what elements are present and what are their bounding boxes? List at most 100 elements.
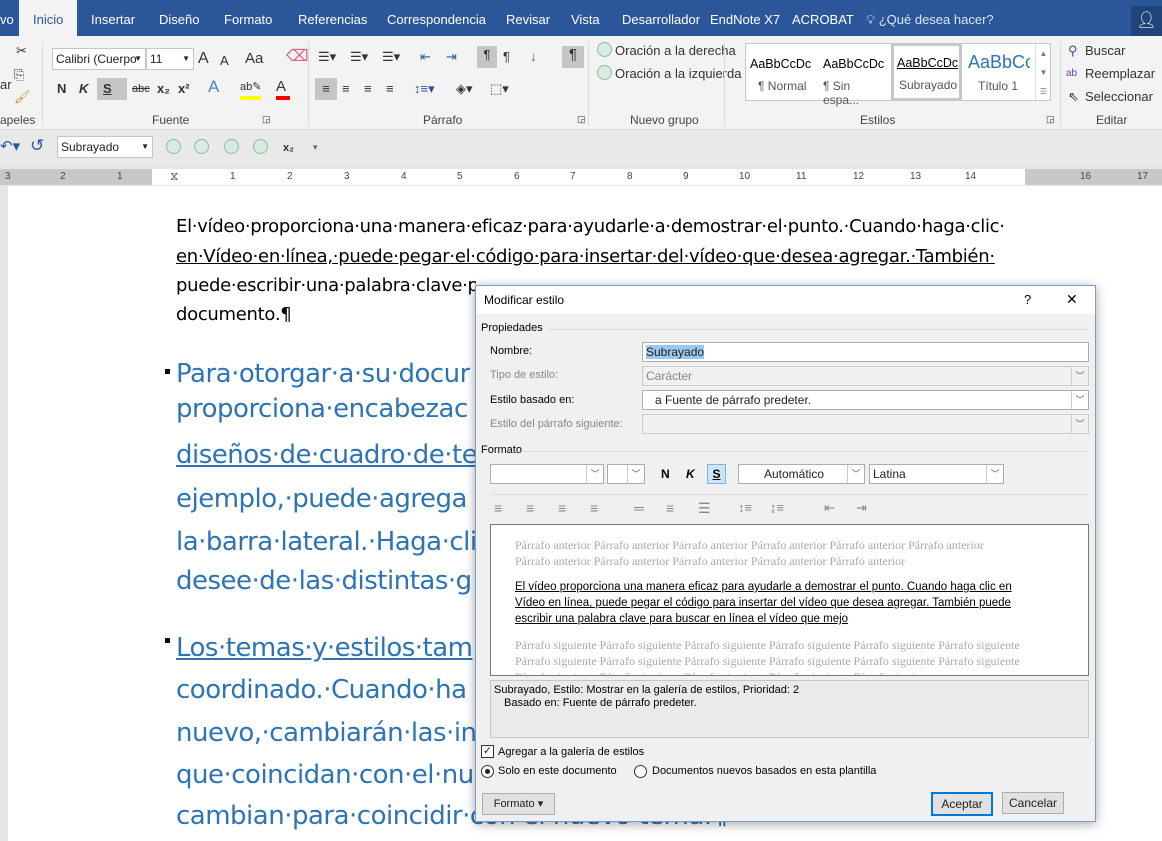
tab-desarrollador[interactable]: Desarrollador (622, 0, 700, 36)
shrink-font-button[interactable]: A (220, 52, 229, 70)
tab-formato[interactable]: Formato (224, 0, 272, 36)
script-select[interactable]: Latina ﹀ (869, 464, 1004, 484)
align-center-icon[interactable]: ≡ (526, 500, 534, 516)
decrease-indent-icon[interactable]: ⇤ (824, 500, 835, 516)
align-left-icon[interactable]: ≡ (494, 500, 502, 516)
italic-button[interactable]: K (79, 80, 88, 98)
undo-icon[interactable]: ↶▾ (0, 138, 20, 156)
style-normal[interactable]: AaBbCcDc ¶ Normal (750, 48, 814, 98)
tab-insertar[interactable]: Insertar (91, 0, 135, 36)
tab-referencias[interactable]: Referencias (298, 0, 367, 36)
decrease-spacing-icon[interactable]: ↨≡ (770, 500, 784, 515)
align-right-icon[interactable]: ≡ (364, 80, 372, 98)
tell-me-search[interactable]: 💡︎ ¿Qué desea hacer? (866, 0, 994, 36)
tab-acrobat[interactable]: ACROBAT (792, 0, 854, 36)
format-painter-icon[interactable]: 🖌︎ (14, 88, 31, 106)
multilevel-list-icon[interactable]: ☰▾ (382, 48, 400, 66)
justify-icon[interactable]: ≡ (386, 80, 394, 98)
subscript-qat-button[interactable]: x₂ (283, 139, 294, 157)
show-marks-icon[interactable]: ¶ (562, 46, 584, 68)
single-spacing-icon[interactable]: ═ (634, 500, 644, 516)
font-color-select[interactable]: Automático ﹀ (738, 464, 865, 484)
font-size-select[interactable]: ﹀ (607, 464, 645, 484)
style-titulo-1[interactable]: AaBbCc Título 1 (968, 48, 1030, 98)
font-dialog-launcher-icon[interactable]: ◲ (262, 110, 271, 128)
bullets-icon[interactable]: ☰▾ (318, 48, 336, 66)
increase-indent-icon[interactable]: ⇥ (856, 500, 867, 516)
align-right-icon[interactable]: ≡ (558, 500, 566, 516)
share-user-icon[interactable]: 👤︎ (1131, 6, 1162, 36)
tab-revisar[interactable]: Revisar (506, 0, 550, 36)
numbering-icon[interactable]: ☰▾ (350, 48, 368, 66)
font-name-select[interactable]: ﹀ (490, 464, 604, 484)
font-name-select[interactable]: Calibri (Cuerpo ▼ (52, 48, 146, 70)
onehalf-spacing-icon[interactable]: ≡ (666, 500, 674, 516)
underline-button[interactable]: S (707, 464, 726, 484)
ok-button[interactable]: Aceptar (931, 792, 993, 816)
underline-button[interactable]: S (97, 78, 127, 100)
clear-format-icon[interactable]: ⌫ (286, 48, 309, 66)
indent-marker-icon[interactable]: ⧖ (170, 169, 178, 184)
style-select[interactable]: Subrayado ▼ (57, 136, 153, 158)
paragraph-dialog-launcher-icon[interactable]: ◲ (577, 110, 586, 128)
oracion-izquierda-button[interactable]: Oración a la izquierda (615, 65, 741, 83)
decrease-indent-icon[interactable]: ⇤ (420, 48, 431, 66)
oracion-derecha-button[interactable]: Oración a la derecha (615, 42, 736, 60)
paste-label[interactable]: ar (0, 76, 12, 94)
seleccionar-button[interactable]: Seleccionar (1085, 88, 1153, 106)
change-case-button[interactable]: Aa (245, 50, 263, 68)
align-left-icon[interactable]: ≡ (315, 78, 337, 100)
tab-inicio[interactable]: Inicio (19, 0, 78, 36)
copy-icon[interactable]: ⎘ (14, 66, 24, 84)
increase-indent-icon[interactable]: ⇥ (446, 48, 457, 66)
cut-icon[interactable]: ✂ (16, 42, 27, 60)
tab-endnote[interactable]: EndNote X7 (710, 0, 780, 36)
tab-diseno[interactable]: Diseño (159, 0, 199, 36)
circle-icon[interactable] (166, 139, 181, 154)
strikethrough-button[interactable]: abc (132, 80, 150, 98)
styles-dialog-launcher-icon[interactable]: ◲ (1046, 110, 1055, 128)
help-button[interactable]: ? (1024, 292, 1031, 307)
align-center-icon[interactable]: ≡ (342, 80, 350, 98)
highlight-color-icon[interactable]: ab✎ (240, 78, 262, 100)
sort-icon[interactable]: ↓ (530, 48, 537, 66)
ltr-icon[interactable]: ¶ (477, 46, 497, 68)
circle-icon[interactable] (194, 139, 209, 154)
font-color-icon[interactable]: A (276, 78, 290, 100)
rtl-icon[interactable]: ¶ (503, 48, 510, 66)
tab-vista[interactable]: Vista (571, 0, 600, 36)
buscar-button[interactable]: Buscar (1085, 42, 1125, 60)
name-input[interactable]: Subrayado (642, 342, 1089, 362)
add-gallery-checkbox[interactable]: ✓ (481, 745, 494, 758)
style-subrayado[interactable]: AaBbCcDc Subrayado (891, 43, 962, 101)
increase-spacing-icon[interactable]: ↕≡ (738, 500, 752, 515)
new-docs-radio[interactable] (634, 765, 647, 778)
line-spacing-icon[interactable]: ↕≡▾ (414, 80, 435, 98)
justify-icon[interactable]: ≡ (590, 500, 598, 516)
cancel-button[interactable]: Cancelar (1002, 792, 1064, 814)
bold-button[interactable]: N (57, 80, 66, 98)
circle-icon[interactable] (224, 139, 239, 154)
shading-icon[interactable]: ◈▾ (456, 80, 473, 98)
italic-button[interactable]: K (686, 467, 695, 481)
only-doc-radio[interactable] (481, 765, 494, 778)
tab-archivo[interactable]: vo (0, 0, 14, 36)
customize-qat-icon[interactable]: ▾ (313, 138, 318, 156)
grow-font-button[interactable]: A (198, 50, 209, 68)
reemplazar-button[interactable]: Reemplazar (1085, 65, 1155, 83)
circle-icon[interactable] (253, 139, 268, 154)
subscript-button[interactable]: x₂ (157, 80, 170, 98)
font-size-select[interactable]: 11 ▼ (146, 48, 194, 70)
ruler[interactable]: 3 2 1 1 2 3 4 5 6 7 8 9 10 11 12 13 14 16 17 ⧖ (0, 169, 1162, 185)
text-effects-icon[interactable]: A (208, 78, 219, 96)
format-menu-button[interactable]: Formato ▾ (482, 793, 555, 815)
close-icon[interactable]: ✕ (1066, 291, 1078, 308)
style-sin-espaciado[interactable]: AaBbCcDc ¶ Sin espa... (818, 48, 886, 107)
superscript-button[interactable]: x² (178, 80, 190, 98)
tab-correspondencia[interactable]: Correspondencia (387, 0, 486, 36)
styles-scroll[interactable]: ▲ ▼ ☰ (1035, 44, 1051, 100)
redo-icon[interactable]: ↺ (30, 137, 44, 155)
based-on-select[interactable]: a Fuente de párrafo predeter. ﹀ (642, 390, 1089, 410)
bold-button[interactable]: N (661, 467, 670, 481)
double-spacing-icon[interactable]: ☰ (698, 500, 711, 517)
